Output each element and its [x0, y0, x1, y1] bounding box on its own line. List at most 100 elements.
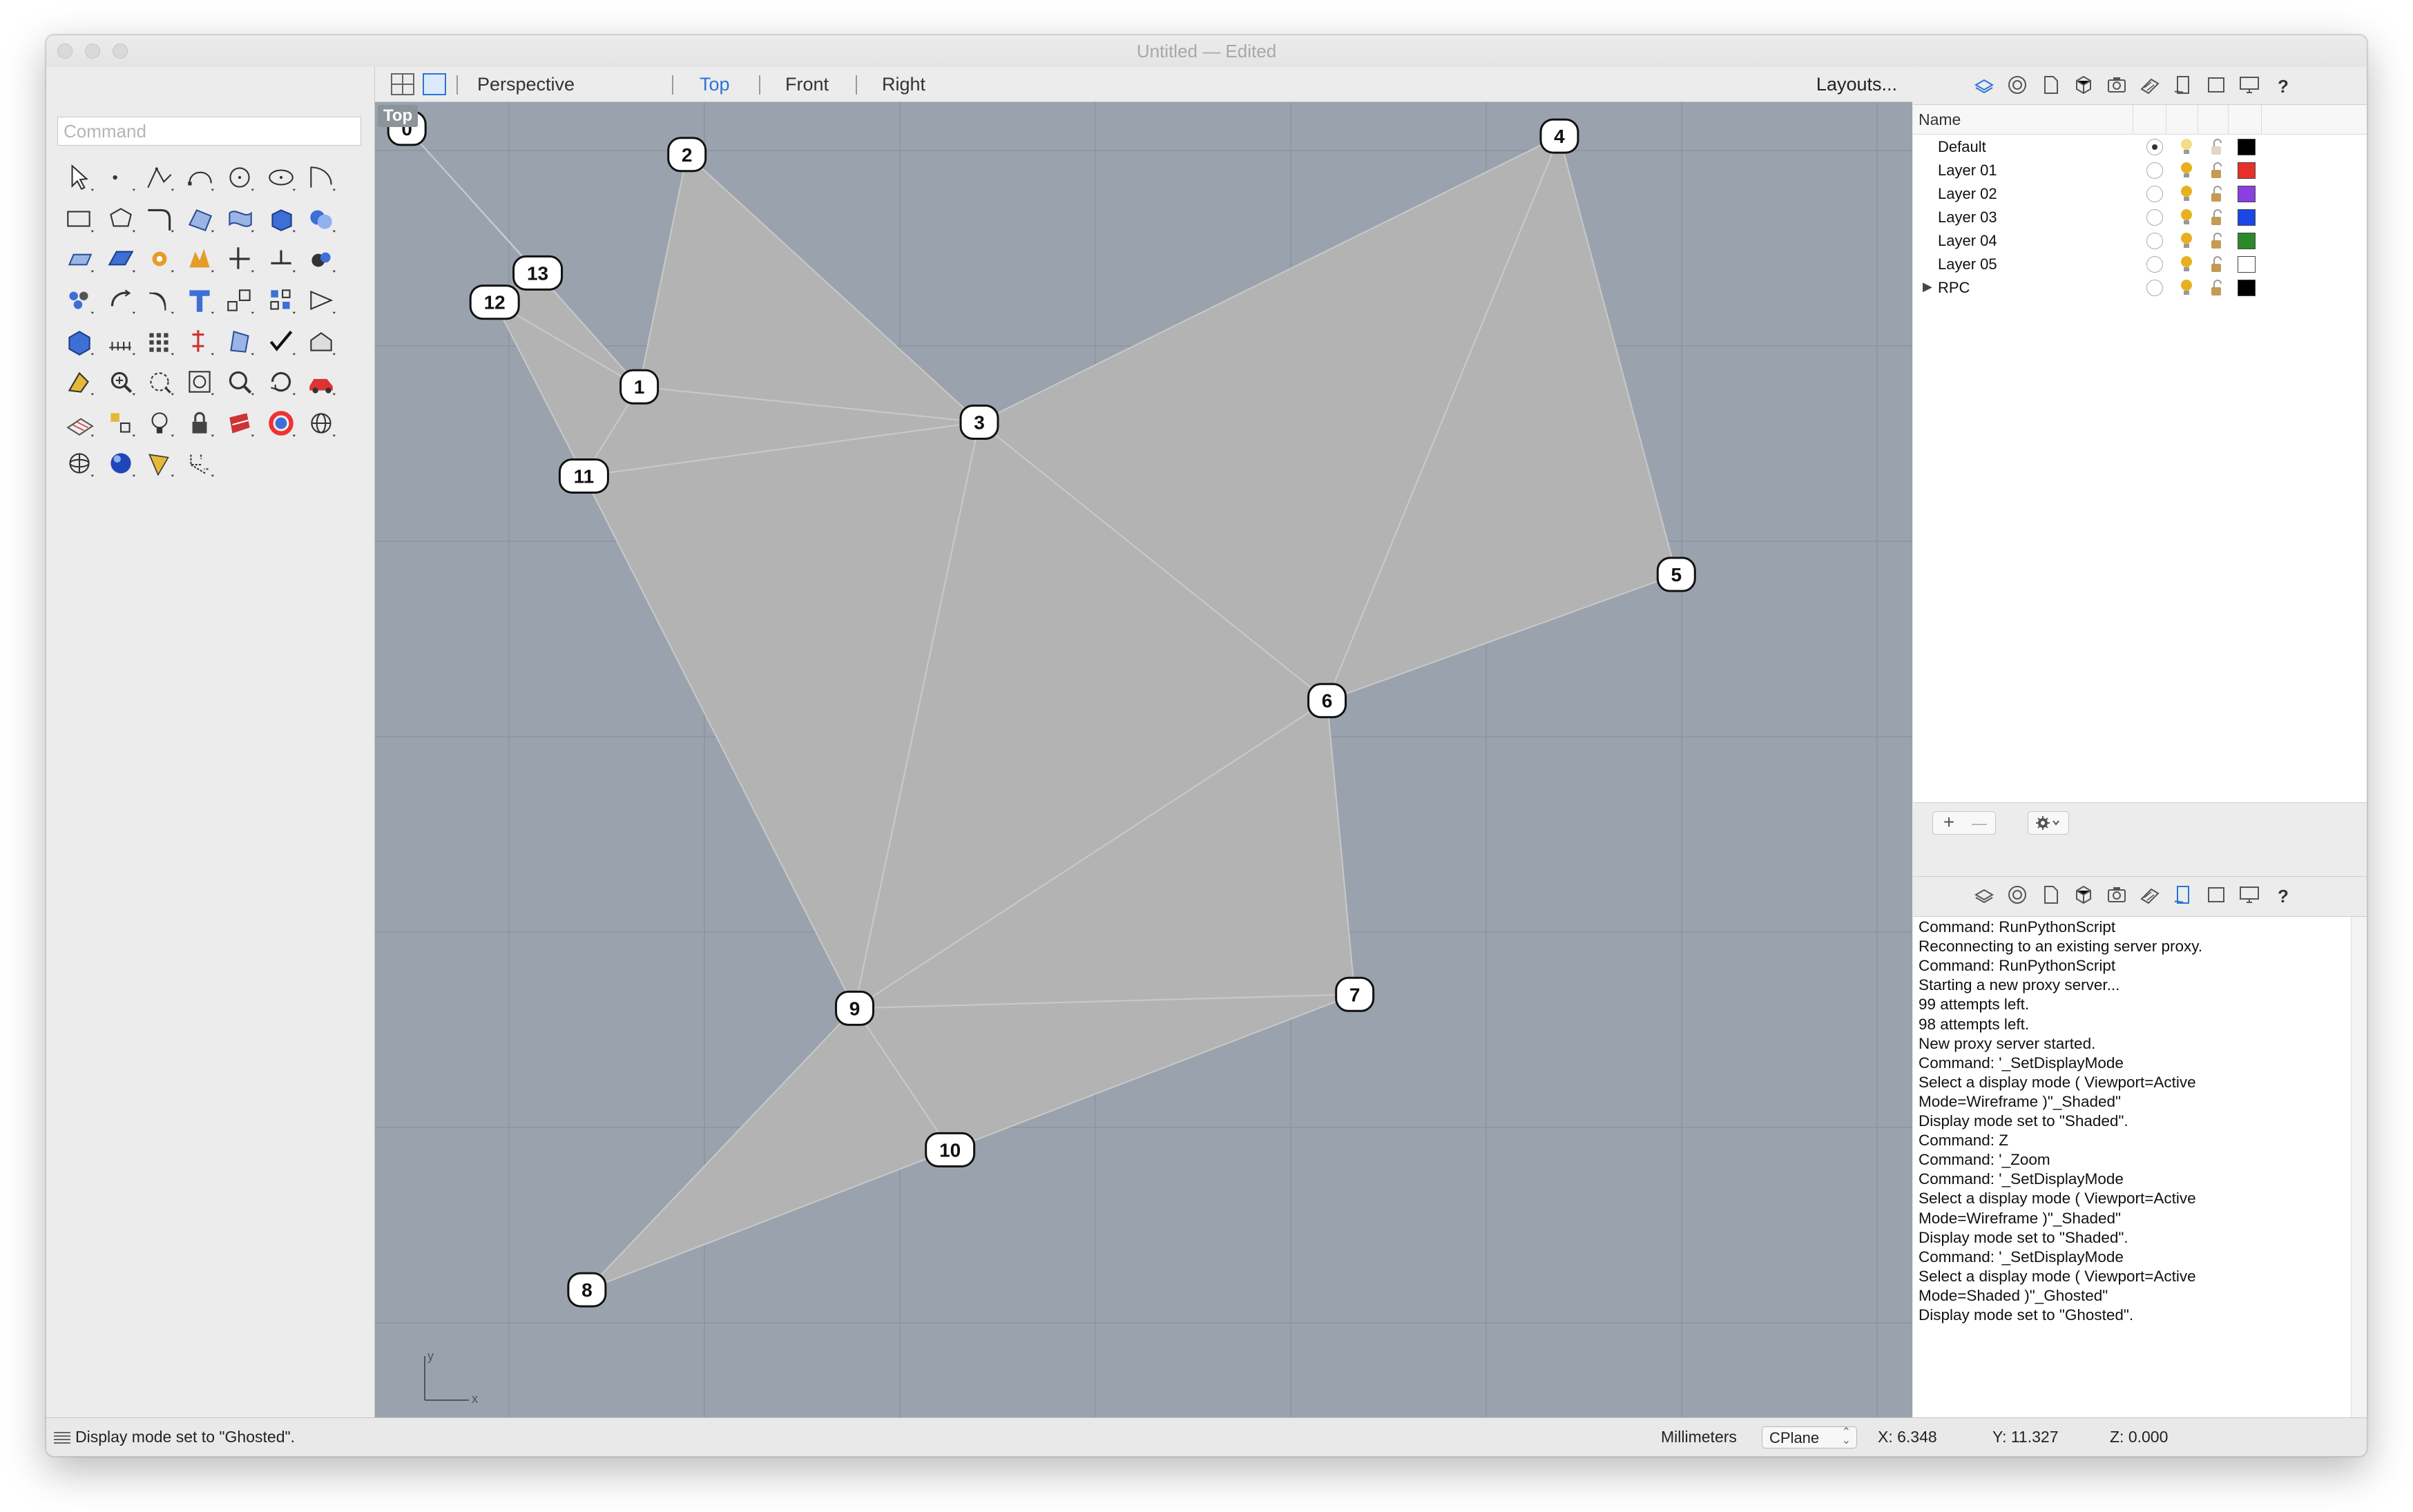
unlock-icon[interactable] [2209, 209, 2224, 226]
remove-layer-button[interactable]: — [1964, 813, 1994, 834]
node-label-1[interactable]: 1 [619, 369, 660, 405]
render-sphere-icon[interactable] [103, 445, 139, 481]
layer-row[interactable]: Layer 02 [1913, 182, 2367, 206]
layer-name[interactable]: Layer 01 [1938, 162, 1997, 180]
document-icon[interactable] [2039, 73, 2062, 97]
node-label-7[interactable]: 7 [1335, 976, 1375, 1012]
pan-icon[interactable] [61, 364, 97, 400]
plane-surface-icon[interactable] [103, 241, 139, 277]
select-arrow-icon[interactable] [61, 159, 97, 195]
solid-box-icon[interactable] [61, 324, 97, 360]
layer-color-swatch[interactable] [2238, 139, 2256, 155]
object-properties-icon[interactable] [2072, 73, 2095, 97]
monitor-icon[interactable] [2238, 73, 2261, 97]
check-icon[interactable] [263, 324, 299, 360]
zoom-selected-icon[interactable] [142, 364, 177, 400]
layer-name[interactable]: RPC [1938, 279, 1970, 297]
grid-snap-icon[interactable] [103, 324, 139, 360]
help-icon[interactable]: ? [2271, 883, 2294, 907]
node-label-12[interactable]: 12 [469, 284, 520, 320]
current-layer-radio[interactable] [2146, 186, 2163, 202]
sphere-grid-icon[interactable] [303, 405, 339, 441]
transform-icon[interactable] [182, 445, 218, 481]
point-icon[interactable] [103, 159, 139, 195]
command-input[interactable] [57, 117, 361, 146]
blob-icon[interactable] [303, 241, 339, 277]
current-layer-radio[interactable] [2146, 139, 2163, 155]
wire-sphere-icon[interactable] [61, 445, 97, 481]
camera-icon[interactable] [2105, 73, 2128, 97]
command-history[interactable]: Command: RunPythonScript Reconnecting to … [1913, 916, 2367, 1418]
mesh-face[interactable] [638, 153, 981, 423]
help-icon[interactable]: ? [2271, 73, 2294, 97]
layer-color-swatch[interactable] [2238, 256, 2256, 273]
current-layer-radio[interactable] [2146, 209, 2163, 226]
layer-color-swatch[interactable] [2238, 162, 2256, 179]
layouts-button[interactable]: Layouts... [1816, 74, 1897, 95]
curve-icon[interactable] [182, 159, 218, 195]
node-label-9[interactable]: 9 [835, 990, 875, 1026]
document-icon[interactable] [2039, 883, 2062, 907]
menu-lines-icon[interactable] [53, 1431, 71, 1444]
layer-name[interactable]: Default [1938, 138, 1986, 156]
disclosure-triangle-icon[interactable]: ▶ [1923, 280, 1932, 294]
current-layer-radio[interactable] [2146, 280, 2163, 296]
units-label[interactable]: Millimeters [1661, 1428, 1737, 1446]
gear-solid-icon[interactable] [142, 241, 177, 277]
unlock-icon[interactable] [2209, 279, 2224, 297]
zoom-icon[interactable] [222, 364, 258, 400]
camera-icon[interactable] [2105, 883, 2128, 907]
rotate-icon[interactable] [103, 282, 139, 318]
layer-row[interactable]: ▶ RPC [1913, 276, 2367, 300]
polyline-icon[interactable] [142, 159, 177, 195]
offset-icon[interactable] [142, 282, 177, 318]
current-layer-radio[interactable] [2146, 256, 2163, 273]
explode-icon[interactable] [182, 241, 218, 277]
cplane-icon[interactable] [61, 405, 97, 441]
unlock-icon[interactable] [2209, 138, 2224, 156]
tab-top[interactable]: Top [700, 74, 730, 95]
light-icon[interactable] [142, 405, 177, 441]
viewport-icon[interactable] [2204, 73, 2228, 97]
viewport-name-label[interactable]: Top [378, 105, 419, 127]
unlock-icon[interactable] [2209, 185, 2224, 203]
node-label-8[interactable]: 8 [567, 1272, 607, 1308]
box-icon[interactable] [263, 201, 299, 237]
node-label-5[interactable]: 5 [1656, 556, 1696, 592]
materials-icon[interactable] [2006, 73, 2029, 97]
layer-name[interactable]: Layer 02 [1938, 185, 1997, 203]
fillet-curve-icon[interactable] [142, 201, 177, 237]
current-layer-radio[interactable] [2146, 162, 2163, 179]
align-icon[interactable] [182, 324, 218, 360]
layer-row[interactable]: Default [1913, 135, 2367, 159]
layer-color-swatch[interactable] [2238, 186, 2256, 202]
lightbulb-icon[interactable] [2179, 278, 2194, 298]
cone-icon[interactable] [142, 445, 177, 481]
monitor-icon[interactable] [2238, 883, 2261, 907]
materials-icon[interactable] [2006, 883, 2029, 907]
extrude-icon[interactable] [61, 241, 97, 277]
color-wheel-icon[interactable] [263, 405, 299, 441]
node-label-3[interactable]: 3 [959, 404, 999, 440]
node-label-11[interactable]: 11 [558, 458, 609, 494]
layer-row[interactable]: Layer 04 [1913, 229, 2367, 253]
lock-icon[interactable] [182, 405, 218, 441]
group-icon[interactable] [61, 282, 97, 318]
add-layer-button[interactable]: + [1934, 812, 1964, 833]
console-scrollbar[interactable] [2351, 917, 2367, 1418]
lightbulb-icon[interactable] [2179, 255, 2194, 274]
arc-icon[interactable] [303, 159, 339, 195]
tab-perspective[interactable]: Perspective [477, 74, 575, 95]
join-icon[interactable] [263, 241, 299, 277]
layer-row[interactable]: Layer 03 [1913, 206, 2367, 229]
unlock-icon[interactable] [2209, 162, 2224, 180]
current-layer-radio[interactable] [2146, 233, 2163, 249]
layer-name[interactable]: Layer 03 [1938, 209, 1997, 226]
layers-icon[interactable] [1972, 883, 1996, 907]
split-icon[interactable] [222, 241, 258, 277]
array-grid-icon[interactable] [142, 324, 177, 360]
layer-name[interactable]: Layer 04 [1938, 232, 1997, 250]
scale-icon[interactable] [222, 282, 258, 318]
rotate-view-icon[interactable] [263, 364, 299, 400]
node-label-13[interactable]: 13 [512, 255, 564, 291]
